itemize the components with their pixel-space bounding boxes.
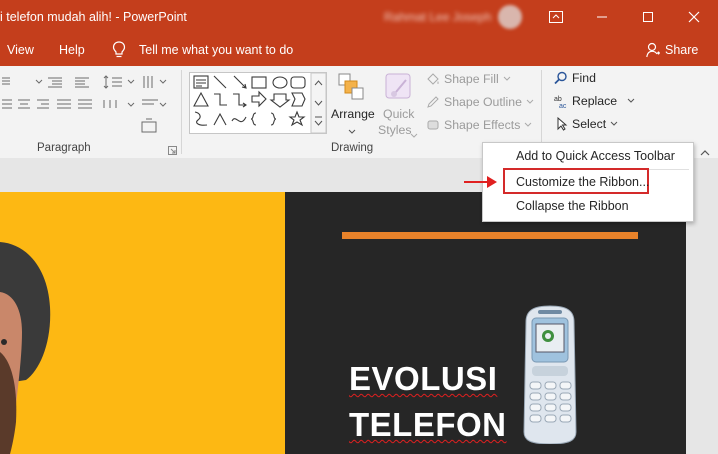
slide-accent-bar: [342, 232, 638, 239]
person-with-hat-image: [0, 242, 51, 454]
shape-outline-label: Shape Outline: [444, 95, 522, 109]
red-arrow-icon: [464, 176, 497, 188]
menu-item-collapse-the-ribbon[interactable]: Collapse the Ribbon: [516, 199, 629, 213]
collapse-ribbon-chevron-up-icon[interactable]: [700, 145, 710, 159]
quick-styles-label-2: Styles: [378, 123, 412, 137]
mobile-phone-image: [523, 305, 577, 444]
slide-canvas[interactable]: EVOLUSI TELEFON: [0, 192, 686, 454]
ribbon-display-options-icon[interactable]: [546, 7, 566, 27]
title-bar: i telefon mudah alih! - PowerPoint Rahma…: [0, 0, 718, 34]
shape-effects-icon: [427, 120, 439, 130]
quick-styles-chevron-down-icon: [410, 128, 418, 142]
svg-text:ac: ac: [559, 103, 567, 108]
menu-item-add-to-quick-access-toolbar[interactable]: Add to Quick Access Toolbar: [516, 149, 675, 163]
svg-text:ab: ab: [554, 96, 562, 103]
slide-yellow-panel: [0, 192, 285, 454]
maximize-icon[interactable]: [638, 7, 658, 27]
share-person-icon[interactable]: [646, 42, 661, 61]
share-button[interactable]: Share: [665, 43, 698, 57]
arrange-button[interactable]: Arrange: [330, 70, 376, 138]
quick-styles-icon: [385, 73, 411, 99]
minimize-icon[interactable]: [592, 7, 612, 27]
arrange-chevron-down-icon: [348, 124, 356, 138]
quick-styles-button[interactable]: Quick Styles: [378, 70, 420, 138]
shape-effects-label: Shape Effects: [444, 118, 521, 132]
paragraph-dialog-launcher-icon[interactable]: [168, 144, 177, 158]
ribbon-separator: [181, 70, 182, 154]
shape-outline-chevron-down-icon: [526, 99, 534, 104]
find-button[interactable]: Find: [554, 71, 596, 85]
menu-item-customize-the-ribbon[interactable]: Customize the Ribbon...: [516, 175, 649, 189]
user-name[interactable]: Rahmat Lee Joseph: [384, 10, 491, 24]
drawing-group-label: Drawing: [331, 142, 374, 154]
ribbon-tabs-bar: View Help Tell me what you want to do Sh…: [0, 34, 718, 66]
cursor-arrow-icon: [557, 117, 568, 131]
shape-outline-button[interactable]: Shape Outline: [426, 95, 534, 109]
select-label: Select: [572, 117, 607, 131]
shape-effects-chevron-down-icon: [524, 122, 532, 127]
search-icon: [554, 71, 567, 85]
tab-help[interactable]: Help: [59, 43, 85, 57]
find-label: Find: [572, 71, 596, 85]
replace-label: Replace: [572, 94, 618, 108]
shape-fill-button[interactable]: Shape Fill: [426, 72, 511, 86]
tell-me-search[interactable]: Tell me what you want to do: [139, 43, 293, 57]
tab-view[interactable]: View: [7, 43, 34, 57]
select-button[interactable]: Select: [556, 117, 618, 131]
replace-chevron-down-icon: [627, 98, 635, 103]
slide-title-line-2[interactable]: TELEFON: [349, 406, 507, 444]
arrange-icon: [338, 73, 364, 100]
avatar[interactable]: [498, 5, 522, 29]
shapes-gallery[interactable]: [189, 72, 327, 134]
shape-fill-label: Shape Fill: [444, 72, 499, 86]
window-title: i telefon mudah alih! - PowerPoint: [0, 10, 187, 24]
close-icon[interactable]: [684, 7, 704, 27]
quick-styles-label-1: Quick: [383, 107, 415, 121]
paragraph-group-label: Paragraph: [37, 142, 91, 154]
arrange-label: Arrange: [331, 107, 375, 121]
shape-effects-button[interactable]: Shape Effects: [426, 118, 532, 132]
select-chevron-down-icon: [610, 121, 618, 126]
slide-title-line-1[interactable]: EVOLUSI: [349, 360, 497, 398]
editor-right-margin: [686, 192, 718, 454]
ribbon-context-menu: Add to Quick Access Toolbar Customize th…: [482, 142, 694, 222]
replace-button[interactable]: ab ac Replace: [554, 94, 635, 108]
shape-fill-chevron-down-icon: [503, 76, 511, 81]
replace-icon: abac: [554, 96, 567, 108]
paint-bucket-icon: [427, 73, 439, 85]
paragraph-group-controls: [0, 72, 180, 138]
slide-dark-panel: EVOLUSI TELEFON: [285, 192, 686, 454]
lightbulb-icon: [112, 41, 126, 62]
pencil-icon: [427, 96, 439, 108]
